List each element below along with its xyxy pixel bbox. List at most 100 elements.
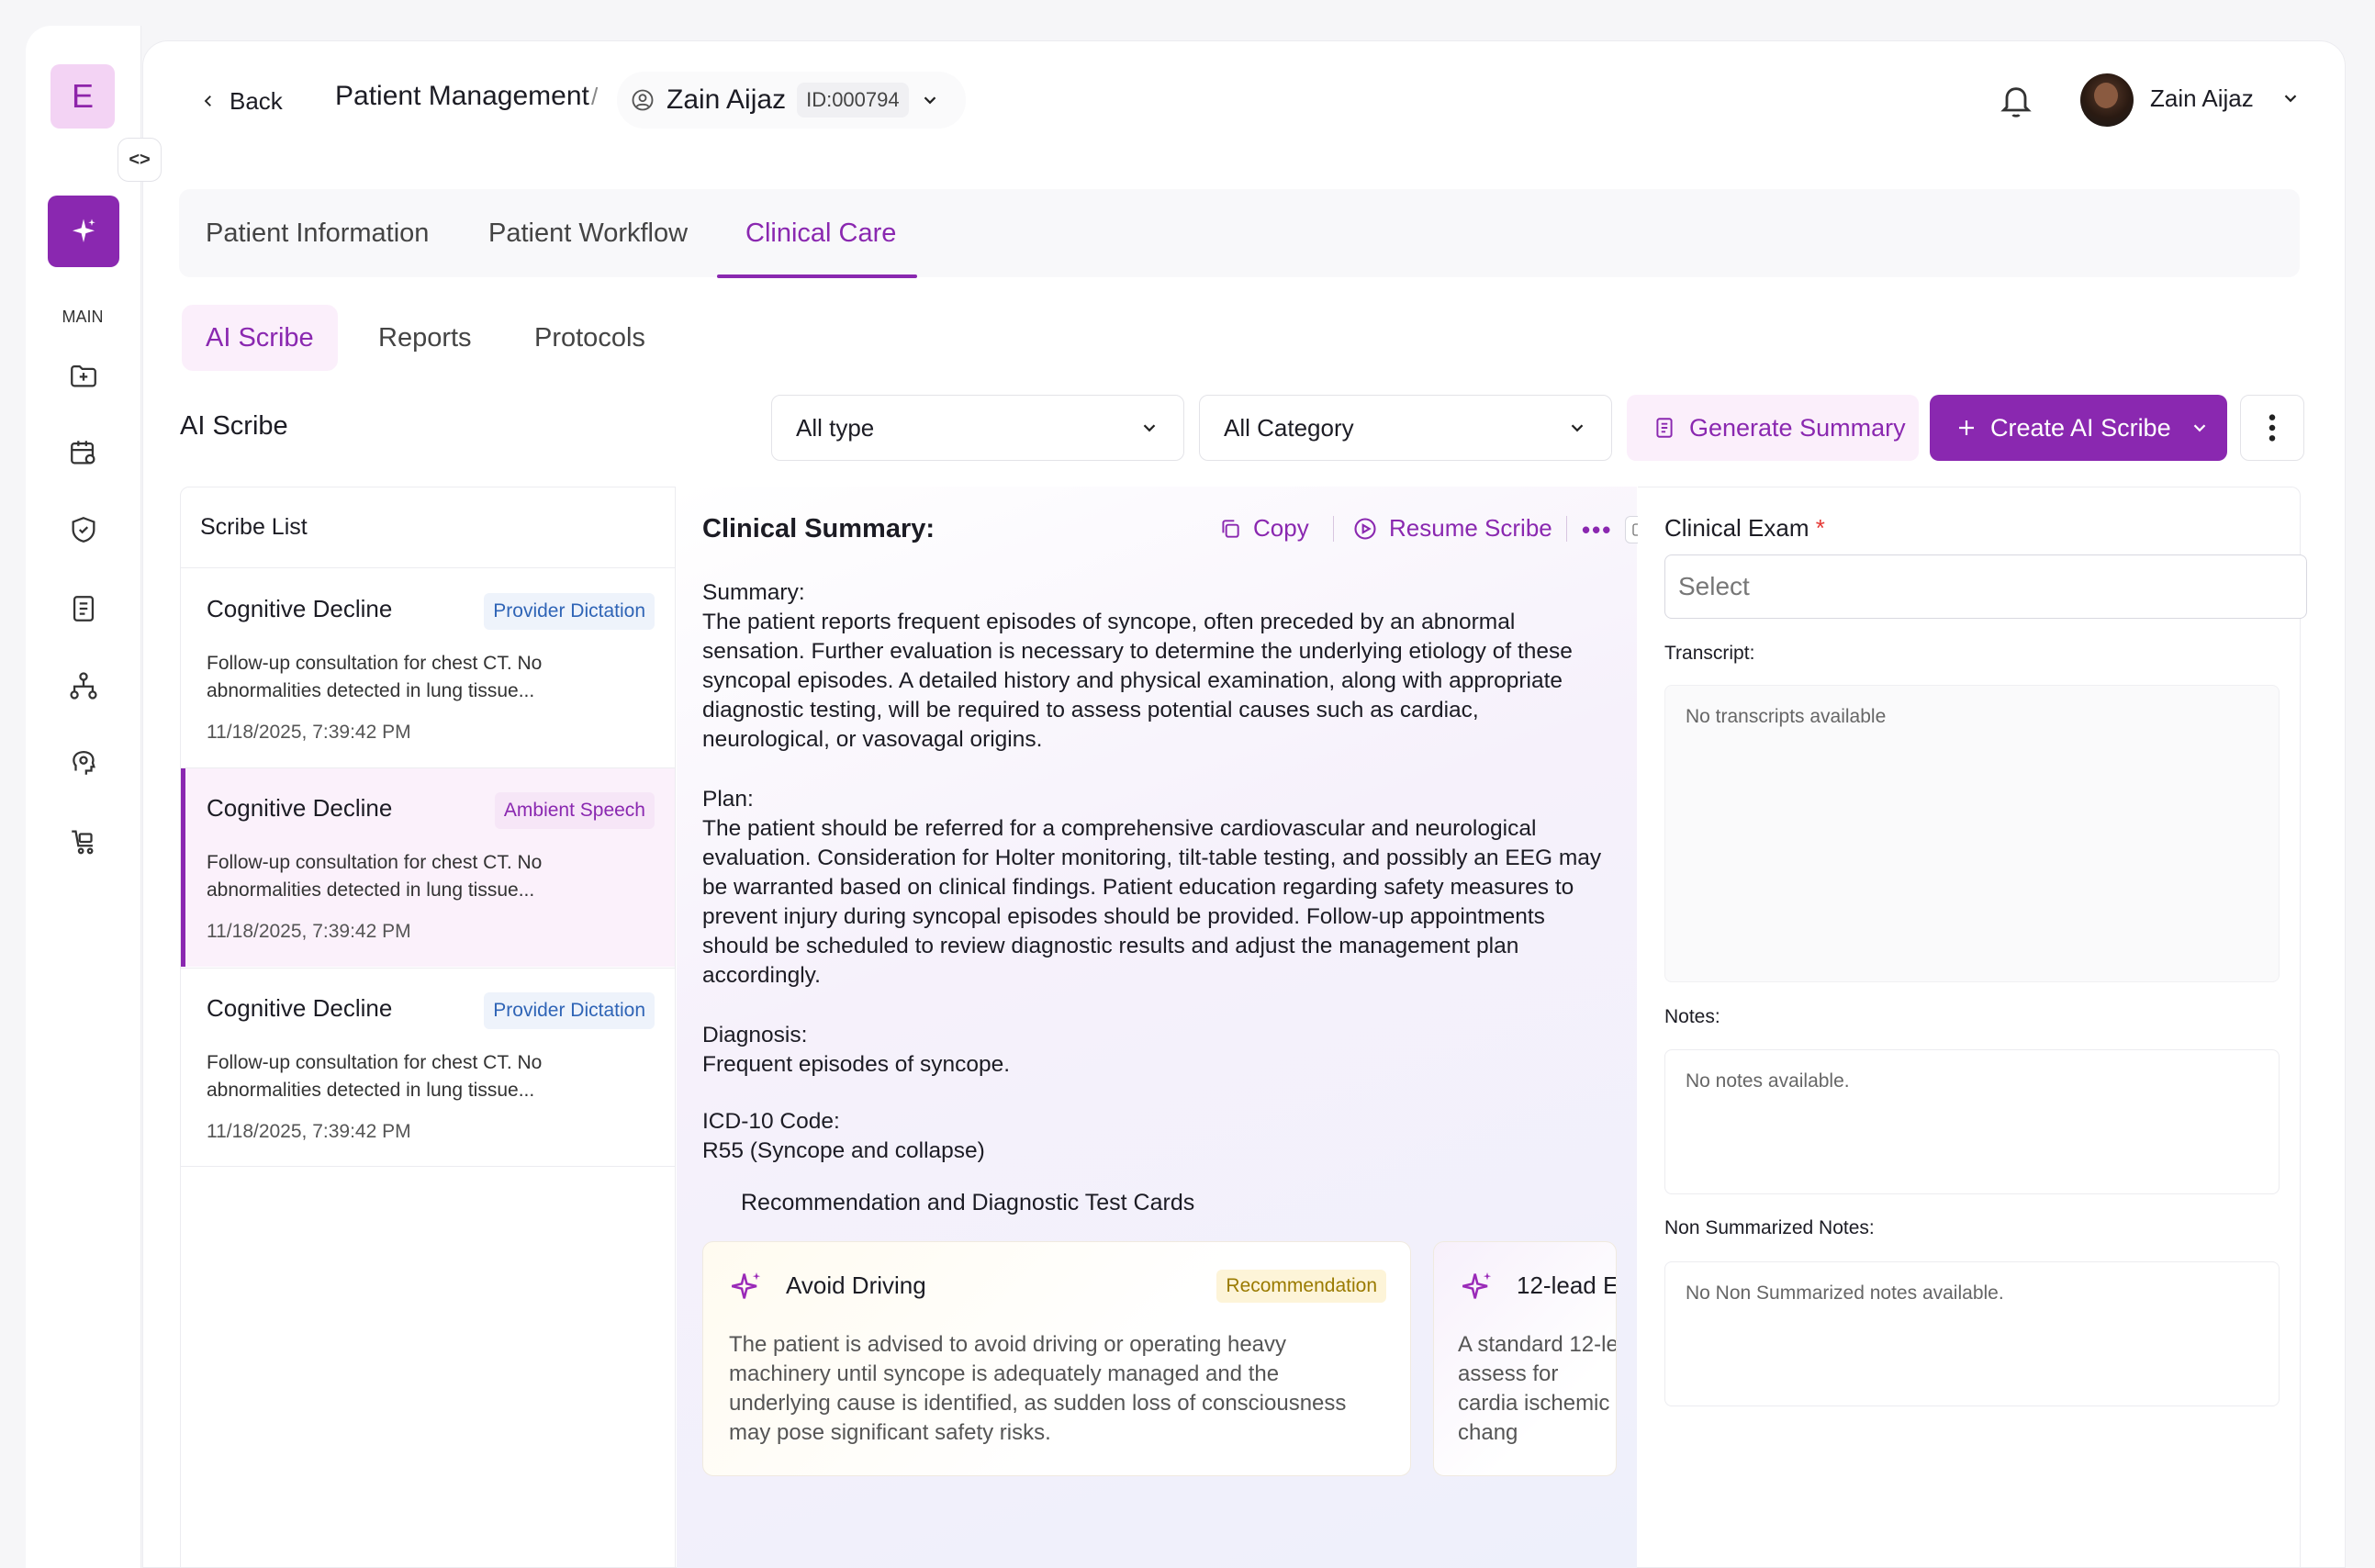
app-logo[interactable]: E: [50, 64, 115, 129]
scribe-item-title: Cognitive Decline: [207, 595, 393, 622]
sidebar-collapse-button[interactable]: <>: [118, 138, 162, 182]
section-title: AI Scribe: [180, 411, 288, 441]
receipt-icon: [73, 596, 95, 622]
chevron-down-icon: [924, 96, 935, 105]
create-ai-scribe-label: Create AI Scribe: [1990, 413, 2171, 442]
card-description: A standard 12-le assess for cardia ische…: [1458, 1332, 1617, 1445]
sidebar-item-organization[interactable]: [64, 666, 103, 705]
patient-name: Zain Aijaz: [667, 84, 787, 115]
type-select-value: All type: [796, 413, 875, 442]
calendar-settings-icon: [71, 441, 95, 465]
card-description: The patient is advised to avoid driving …: [729, 1332, 1347, 1445]
scribe-item-date: 11/18/2025, 7:39:42 PM: [207, 722, 411, 743]
notifications-button[interactable]: [1998, 81, 2034, 121]
notes-label: Notes:: [1664, 1006, 1720, 1027]
code-icon: <>: [129, 149, 151, 170]
clinical-summary-title: Clinical Summary:: [702, 514, 935, 543]
divider: [180, 1166, 676, 1167]
tab-patient-information[interactable]: Patient Information: [206, 218, 429, 249]
notes-box[interactable]: No notes available.: [1664, 1049, 2280, 1194]
user-avatar[interactable]: [2080, 73, 2134, 127]
chevron-left-icon: [204, 95, 211, 106]
tab-patient-workflow[interactable]: Patient Workflow: [488, 218, 688, 249]
breadcrumb-title[interactable]: Patient Management: [335, 81, 589, 112]
back-label: Back: [230, 86, 283, 115]
scribe-type-badge: Ambient Speech: [494, 792, 655, 829]
patient-selector[interactable]: Zain Aijaz ID:000794: [617, 72, 966, 129]
ai-assistant-button[interactable]: [48, 196, 119, 267]
diagnosis-heading: Diagnosis:: [702, 1023, 808, 1047]
scribe-item-description: Follow-up consultation for chest CT. No …: [207, 1052, 543, 1101]
icd-text: R55 (Syncope and collapse): [702, 1138, 985, 1163]
copy-button[interactable]: Copy: [1218, 514, 1309, 543]
type-select[interactable]: All type: [771, 395, 1184, 461]
sidebar-item-security[interactable]: [64, 510, 103, 549]
shield-icon: [72, 517, 95, 543]
clinical-exam-label-text: Clinical Exam: [1664, 514, 1809, 542]
sidebar-item-billing[interactable]: [64, 589, 103, 628]
scribe-list-item[interactable]: Cognitive Decline Provider Dictation Fol…: [181, 969, 675, 1167]
create-ai-scribe-button[interactable]: Create AI Scribe: [1930, 395, 2227, 461]
divider: [1566, 516, 1567, 542]
sidebar-item-neurology[interactable]: [64, 744, 103, 782]
hierarchy-icon: [70, 672, 97, 700]
recommendation-card[interactable]: Avoid Driving Recommendation The patient…: [702, 1241, 1411, 1476]
scribe-item-description: Follow-up consultation for chest CT. No …: [207, 852, 543, 901]
non-summarized-empty-text: No Non Summarized notes available.: [1686, 1282, 2004, 1304]
scribe-item-title: Cognitive Decline: [207, 994, 393, 1022]
icd-heading: ICD-10 Code:: [702, 1109, 840, 1134]
generate-summary-button[interactable]: Generate Summary: [1627, 395, 1919, 461]
transcript-label: Transcript:: [1664, 643, 1755, 664]
head-brain-icon: [73, 751, 95, 775]
play-circle-icon: [1354, 517, 1376, 540]
required-marker: *: [1815, 514, 1825, 542]
tab-clinical-care[interactable]: Clinical Care: [745, 218, 896, 249]
divider: [1333, 516, 1334, 542]
resume-scribe-button[interactable]: Resume Scribe: [1352, 514, 1552, 543]
medical-folder-icon: [71, 364, 96, 387]
sparkle-icon: [73, 218, 95, 242]
active-tab-indicator: [717, 274, 917, 278]
category-select[interactable]: All Category: [1199, 395, 1612, 461]
summary-more-button[interactable]: •••: [1582, 516, 1612, 544]
plan-heading: Plan:: [702, 787, 754, 812]
non-summarized-notes-box[interactable]: No Non Summarized notes available.: [1664, 1261, 2280, 1406]
scribe-list-item-selected[interactable]: Cognitive Decline Ambient Speech Follow-…: [181, 768, 675, 967]
sidebar-section-label: MAIN: [62, 308, 104, 326]
scribe-list-item[interactable]: Cognitive Decline Provider Dictation Fol…: [181, 569, 675, 767]
sidebar-item-cart[interactable]: [64, 823, 103, 861]
card-type-badge: Recommendation: [1216, 1270, 1386, 1303]
subtab-protocols[interactable]: Protocols: [510, 305, 669, 371]
more-options-button[interactable]: [2240, 395, 2304, 461]
summary-heading: Summary:: [702, 580, 805, 605]
clinical-exam-label: Clinical Exam *: [1664, 514, 1825, 543]
diagnostic-test-card[interactable]: 12-lead EC A standard 12-le assess for c…: [1433, 1241, 1617, 1476]
logo-letter: E: [71, 77, 94, 115]
user-menu-toggle[interactable]: [2280, 88, 2301, 113]
back-button[interactable]: Back: [184, 75, 299, 127]
clinical-exam-select[interactable]: Select: [1664, 554, 2307, 619]
chevron-down-icon: [2284, 95, 2297, 103]
card-title: 12-lead EC: [1517, 1271, 1616, 1299]
diagnosis-text: Frequent episodes of syncope.: [702, 1052, 1011, 1077]
category-select-value: All Category: [1224, 413, 1354, 442]
subtab-ai-scribe[interactable]: AI Scribe: [182, 305, 338, 371]
resume-scribe-label: Resume Scribe: [1389, 514, 1552, 542]
non-summarized-notes-label: Non Summarized Notes:: [1664, 1217, 1875, 1238]
scribe-type-badge: Provider Dictation: [484, 593, 655, 630]
notes-empty-text: No notes available.: [1686, 1070, 1850, 1092]
sidebar-item-calendar[interactable]: [64, 433, 103, 472]
plan-text: The patient should be referred for a com…: [702, 816, 1602, 988]
chevron-down-icon: [1571, 424, 1584, 432]
subtab-reports[interactable]: Reports: [354, 305, 496, 371]
user-name[interactable]: Zain Aijaz: [2150, 84, 2254, 113]
scribe-item-title: Cognitive Decline: [207, 794, 393, 822]
transcript-empty-text: No transcripts available: [1686, 706, 1887, 727]
scribe-list-title: Scribe List: [200, 514, 308, 540]
plus-icon: [1959, 420, 1974, 435]
chevron-down-icon: [1143, 424, 1156, 432]
breadcrumb-separator: /: [591, 83, 599, 110]
bell-icon: [2000, 87, 2032, 118]
sidebar-item-patients[interactable]: [64, 356, 103, 395]
scribe-item-date: 11/18/2025, 7:39:42 PM: [207, 1121, 411, 1142]
